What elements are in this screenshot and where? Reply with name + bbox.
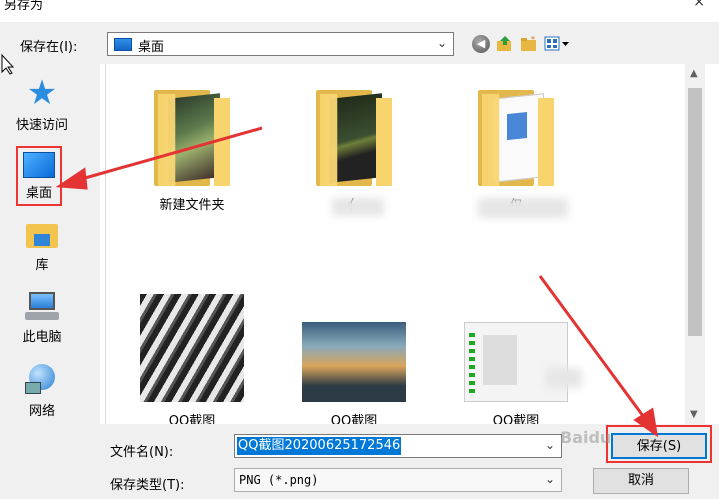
computer-icon: [25, 292, 59, 322]
file-name: 新建文件夹: [159, 198, 225, 213]
places-bar: ★ 快速访问 桌面 库 此电脑 网络: [0, 64, 100, 424]
image-thumbnail: [302, 322, 406, 402]
filetype-value: PNG (*.png): [239, 473, 319, 487]
blurred-region: [546, 368, 582, 388]
desktop-icon: [23, 152, 55, 178]
vertical-scrollbar[interactable]: ▲ ▼: [685, 64, 705, 424]
chevron-down-icon[interactable]: ⌄: [545, 472, 555, 486]
file-item[interactable]: 仅: [446, 86, 586, 213]
file-item[interactable]: QQ截图: [446, 294, 586, 424]
watermark: Baidu: [560, 428, 612, 447]
view-menu-icon[interactable]: [544, 35, 570, 53]
blurred-region: [332, 198, 384, 216]
image-thumbnail: [464, 322, 568, 402]
filetype-select[interactable]: PNG (*.png) ⌄: [234, 468, 562, 492]
title-bar: 另存为 ×: [0, 0, 719, 22]
close-icon[interactable]: ×: [693, 0, 705, 10]
desktop-icon: [114, 38, 132, 51]
library-icon: [24, 220, 60, 250]
annotation-highlight-box: [606, 425, 712, 463]
star-icon: ★: [26, 73, 58, 113]
file-item[interactable]: QQ截图: [284, 294, 424, 424]
folder-icon: [154, 86, 230, 186]
dialog-title: 另存为: [4, 0, 44, 13]
file-list[interactable]: 新建文件夹 亻 仅 QQ截图 QQ截图 QQ截图: [105, 64, 705, 424]
image-thumbnail: [140, 294, 244, 402]
toolbar: 保存在(I): 桌面 ⌄ ◀ *: [0, 22, 719, 64]
save-in-label: 保存在(I):: [20, 40, 78, 55]
back-icon[interactable]: ◀: [472, 35, 490, 53]
place-desktop[interactable]: 桌面: [16, 146, 62, 206]
new-folder-icon[interactable]: *: [520, 35, 538, 53]
file-item[interactable]: 亻: [284, 86, 424, 213]
file-name: QQ截图: [492, 414, 540, 424]
network-icon: [25, 364, 59, 396]
save-in-value: 桌面: [138, 40, 165, 55]
place-label: 快速访问: [15, 118, 68, 133]
scroll-down-icon[interactable]: ▼: [690, 409, 698, 420]
filename-value: QQ截图20200625172546: [237, 437, 402, 455]
place-library[interactable]: 库: [0, 220, 84, 273]
folder-icon: [316, 86, 392, 186]
place-label: 库: [35, 258, 49, 273]
file-item[interactable]: 新建文件夹: [122, 86, 262, 213]
scroll-thumb[interactable]: [688, 88, 702, 336]
place-label: 桌面: [25, 186, 52, 201]
cancel-button[interactable]: 取消: [593, 468, 689, 494]
up-folder-icon[interactable]: [496, 35, 514, 53]
place-network[interactable]: 网络: [0, 364, 84, 419]
file-item[interactable]: QQ截图: [122, 294, 262, 424]
place-label: 此电脑: [22, 330, 62, 345]
file-name: QQ截图: [330, 414, 378, 424]
save-in-combobox[interactable]: 桌面 ⌄: [107, 32, 454, 56]
blurred-region: [478, 198, 568, 218]
scroll-up-icon[interactable]: ▲: [690, 68, 698, 79]
chevron-down-icon[interactable]: ⌄: [437, 36, 447, 50]
place-this-pc[interactable]: 此电脑: [0, 292, 84, 345]
folder-icon: [478, 86, 554, 186]
place-label: 网络: [28, 404, 55, 419]
filename-label: 文件名(N):: [110, 445, 174, 460]
chevron-down-icon[interactable]: ⌄: [545, 438, 555, 452]
svg-text:*: *: [531, 35, 535, 44]
file-name: QQ截图: [168, 414, 216, 424]
filename-input[interactable]: QQ截图20200625172546 ⌄: [234, 434, 562, 458]
filetype-label: 保存类型(T):: [110, 478, 185, 493]
place-quick-access[interactable]: ★ 快速访问: [0, 76, 84, 133]
